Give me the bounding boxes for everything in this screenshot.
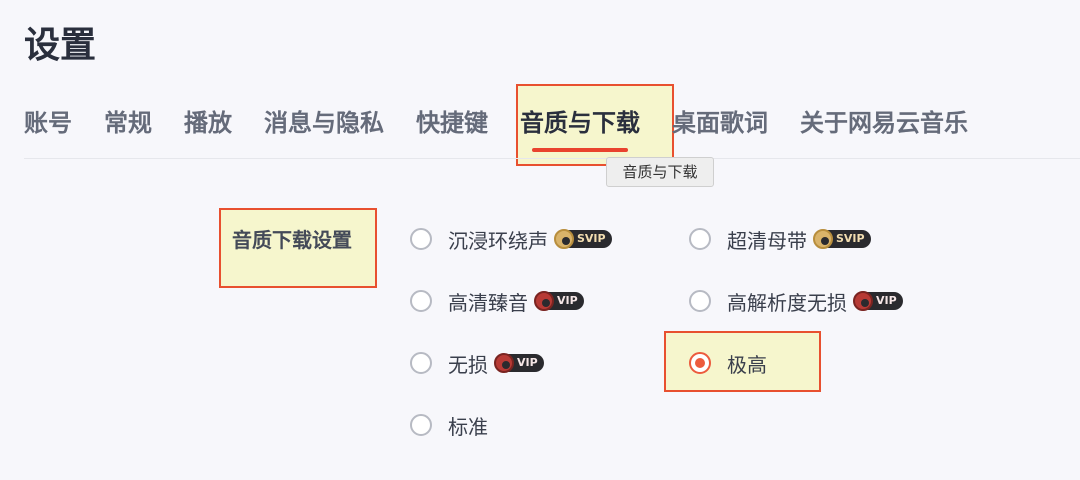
tab-general[interactable]: 常规 — [104, 100, 152, 146]
option-label: 标准 — [448, 414, 488, 439]
tab-account[interactable]: 账号 — [24, 100, 72, 146]
option-label: 超清母带 — [727, 228, 807, 253]
radio-button[interactable] — [410, 414, 432, 436]
vinyl-disc-icon — [494, 353, 514, 373]
tab-quality-download-label: 音质与下载 — [520, 109, 640, 137]
tab-messages-privacy[interactable]: 消息与隐私 — [264, 100, 384, 146]
settings-tabs: 账号 常规 播放 消息与隐私 快捷键 音质与下载 桌面歌词 关于网易云音乐 — [24, 100, 1000, 152]
option-label: 高解析度无损 — [727, 290, 847, 315]
radio-button[interactable] — [689, 290, 711, 312]
tab-desktop-lyrics[interactable]: 桌面歌词 — [672, 100, 768, 146]
option-very-high[interactable]: 极高 — [689, 348, 767, 378]
svip-badge: SVIP — [554, 229, 612, 249]
vinyl-disc-icon — [853, 291, 873, 311]
option-label: 无损 — [448, 352, 488, 377]
section-label: 音质下载设置 — [232, 228, 352, 252]
option-hi-res-lossless[interactable]: 高解析度无损 VIP — [689, 286, 903, 316]
svip-badge: SVIP — [813, 229, 871, 249]
option-standard[interactable]: 标准 — [410, 410, 488, 440]
radio-button-checked[interactable] — [689, 352, 711, 374]
option-label: 沉浸环绕声 — [448, 228, 548, 253]
badge-text: SVIP — [577, 232, 606, 245]
radio-button[interactable] — [410, 352, 432, 374]
page-title: 设置 — [24, 25, 97, 66]
option-label: 极高 — [727, 352, 767, 377]
badge-text: VIP — [876, 294, 897, 307]
vinyl-disc-icon — [554, 229, 574, 249]
radio-button[interactable] — [410, 228, 432, 250]
badge-text: SVIP — [836, 232, 865, 245]
tab-about[interactable]: 关于网易云音乐 — [800, 100, 968, 146]
radio-button[interactable] — [689, 228, 711, 250]
vip-badge: VIP — [494, 353, 544, 373]
tab-quality-download[interactable]: 音质与下载 — [520, 100, 640, 152]
badge-text: VIP — [557, 294, 578, 307]
vip-badge: VIP — [853, 291, 903, 311]
vinyl-disc-icon — [534, 291, 554, 311]
tab-tooltip: 音质与下载 — [606, 157, 714, 187]
vip-badge: VIP — [534, 291, 584, 311]
vinyl-disc-icon — [813, 229, 833, 249]
radio-button[interactable] — [410, 290, 432, 312]
option-master[interactable]: 超清母带 SVIP — [689, 224, 871, 254]
tab-shortcuts[interactable]: 快捷键 — [416, 100, 488, 146]
option-label: 高清臻音 — [448, 290, 528, 315]
option-hd-audio[interactable]: 高清臻音 VIP — [410, 286, 584, 316]
active-tab-underline — [532, 148, 628, 152]
badge-text: VIP — [517, 356, 538, 369]
tabs-divider — [24, 158, 1080, 159]
option-immersive-surround[interactable]: 沉浸环绕声 SVIP — [410, 224, 612, 254]
tab-playback[interactable]: 播放 — [184, 100, 232, 146]
option-lossless[interactable]: 无损 VIP — [410, 348, 544, 378]
